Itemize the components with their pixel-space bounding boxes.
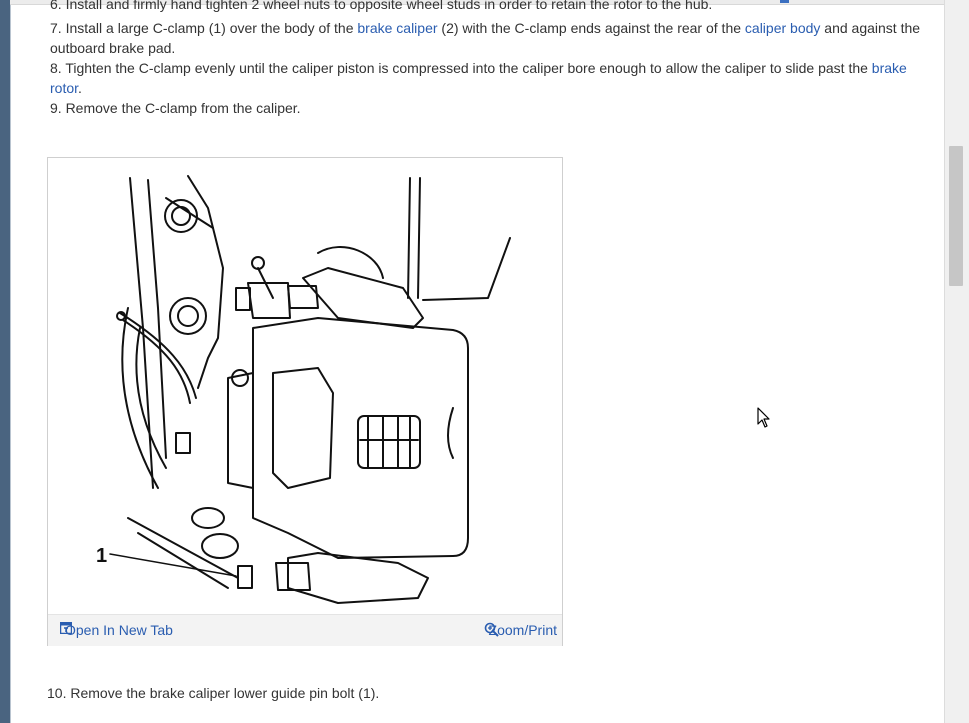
step-7-text: 7. Install a large C-clamp (1) over the … xyxy=(50,20,358,36)
caliper-body-link[interactable]: caliper body xyxy=(745,20,821,36)
zoom-print-button[interactable]: Zoom/Print xyxy=(484,622,557,638)
zoom-print-label: Zoom/Print xyxy=(488,622,557,638)
window-left-border xyxy=(10,0,11,723)
step-6: 6. Install and firmly hand tighten 2 whe… xyxy=(50,0,713,12)
brake-caliper-figure: 1 Open In New Tab Zoom/Print xyxy=(47,157,563,646)
brake-caliper-link[interactable]: brake caliper xyxy=(357,20,437,36)
mouse-pointer-icon xyxy=(757,407,771,434)
step-8: 8. Tighten the C-clamp evenly until the … xyxy=(50,58,935,98)
step-8-text: 8. Tighten the C-clamp evenly until the … xyxy=(50,60,872,76)
open-in-new-tab-button[interactable]: Open In New Tab xyxy=(60,622,173,638)
step-7-text: (2) with the C-clamp ends against the re… xyxy=(437,20,745,36)
step-7: 7. Install a large C-clamp (1) over the … xyxy=(50,18,935,58)
step-8-text: . xyxy=(78,80,82,96)
figure-toolbar: Open In New Tab Zoom/Print xyxy=(48,614,562,646)
step-9: 9. Remove the C-clamp from the caliper. xyxy=(50,100,301,116)
brake-caliper-illustration: 1 xyxy=(96,175,511,604)
window-left-edge xyxy=(0,0,10,723)
open-in-new-tab-label: Open In New Tab xyxy=(65,622,173,638)
callout-label-1: 1 xyxy=(96,545,107,567)
scrollbar-thumb[interactable] xyxy=(949,146,963,286)
vertical-scrollbar[interactable] xyxy=(944,0,969,723)
step-10: 10. Remove the brake caliper lower guide… xyxy=(47,685,380,701)
